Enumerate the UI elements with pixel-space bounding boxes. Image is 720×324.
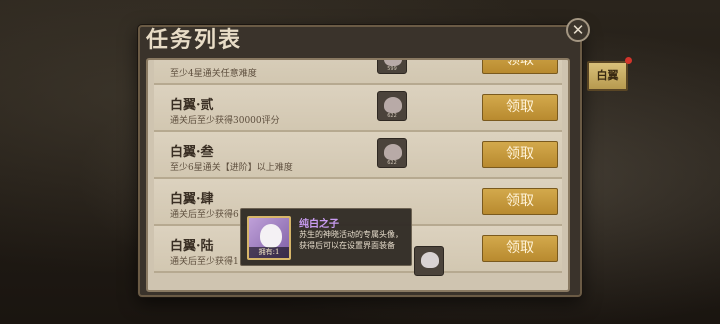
tab-baiyi[interactable]: 白翼 (587, 61, 628, 91)
task-title: 白翼·陆 (170, 239, 214, 254)
reward-count: 622 (387, 160, 397, 166)
task-desc: 至少6星通关【进阶】以上难度 (170, 163, 293, 173)
avatar-reward-icon[interactable]: 622 (377, 138, 407, 168)
task-title: 白翼·肆 (170, 192, 214, 207)
task-title: 白翼·贰 (170, 98, 214, 113)
avatar-reward-icon[interactable] (414, 246, 444, 276)
claim-button[interactable]: 领取 (482, 94, 558, 121)
task-title: 白翼·叁 (170, 145, 214, 160)
task-desc: 通关后至少获得30000评分 (170, 116, 280, 126)
tooltip-name: 纯白之子 (299, 219, 339, 230)
claim-button[interactable]: 领取 (482, 141, 558, 168)
claim-button[interactable]: 领取 (482, 235, 558, 262)
task-desc: 至少4星通关任意难度 (170, 69, 257, 79)
task-row: 白翼·贰 通关后至少获得30000评分 622 领取 (154, 85, 562, 132)
reward-count: 599 (387, 66, 397, 72)
notification-dot (625, 57, 632, 64)
avatar-icon: 拥有:1 (247, 216, 291, 260)
owned-count: 拥有:1 (249, 247, 289, 258)
claim-button[interactable]: 领取 (482, 60, 558, 74)
reward-count: 622 (387, 113, 397, 119)
task-row: 至少4星通关任意难度 599 领取 (154, 60, 562, 85)
avatar-reward-icon[interactable]: 622 (377, 91, 407, 121)
page-title: 任务列表 (146, 27, 243, 53)
task-desc: 通关后至少获得6 (170, 210, 239, 220)
close-icon[interactable]: ✕ (566, 18, 590, 42)
task-desc: 通关后至少获得1 (170, 257, 239, 267)
task-row: 白翼·叁 至少6星通关【进阶】以上难度 622 领取 (154, 132, 562, 179)
avatar-reward-icon[interactable]: 599 (377, 60, 407, 74)
tooltip-description: 苏生的神晓活动的专属头像，获得后可以在设置界面装备 (299, 230, 403, 250)
claim-button[interactable]: 领取 (482, 188, 558, 215)
reward-tooltip: 拥有:1 纯白之子 苏生的神晓活动的专属头像，获得后可以在设置界面装备 (240, 208, 412, 266)
